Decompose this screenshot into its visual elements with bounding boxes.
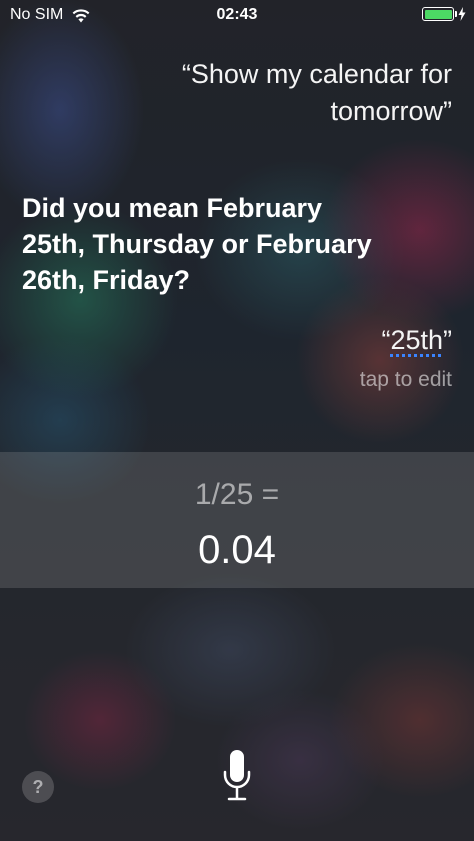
status-bar: No SIM 02:43 [0, 0, 474, 32]
user-reply[interactable]: “25th” [381, 325, 452, 356]
calculation-result: 0.04 [198, 528, 276, 572]
siri-response: Did you mean February 25th, Thursday or … [22, 193, 372, 295]
battery-icon [422, 7, 457, 21]
reply-close-quote: ” [443, 325, 452, 355]
microphone-button[interactable] [216, 746, 258, 806]
battery-fill [424, 9, 452, 19]
microphone-icon [223, 750, 251, 801]
tap-to-edit-label[interactable]: tap to edit [360, 368, 452, 392]
battery-group [422, 7, 466, 21]
reply-word[interactable]: 25th [390, 325, 443, 355]
bolt-icon [458, 7, 466, 21]
calculation-expression: 1/25 = [194, 478, 280, 511]
user-query: “Show my calendar for tomorrow” [181, 59, 452, 126]
status-time: 02:43 [216, 6, 258, 23]
help-button[interactable]: ? [22, 771, 54, 803]
question-icon: ? [32, 776, 44, 797]
